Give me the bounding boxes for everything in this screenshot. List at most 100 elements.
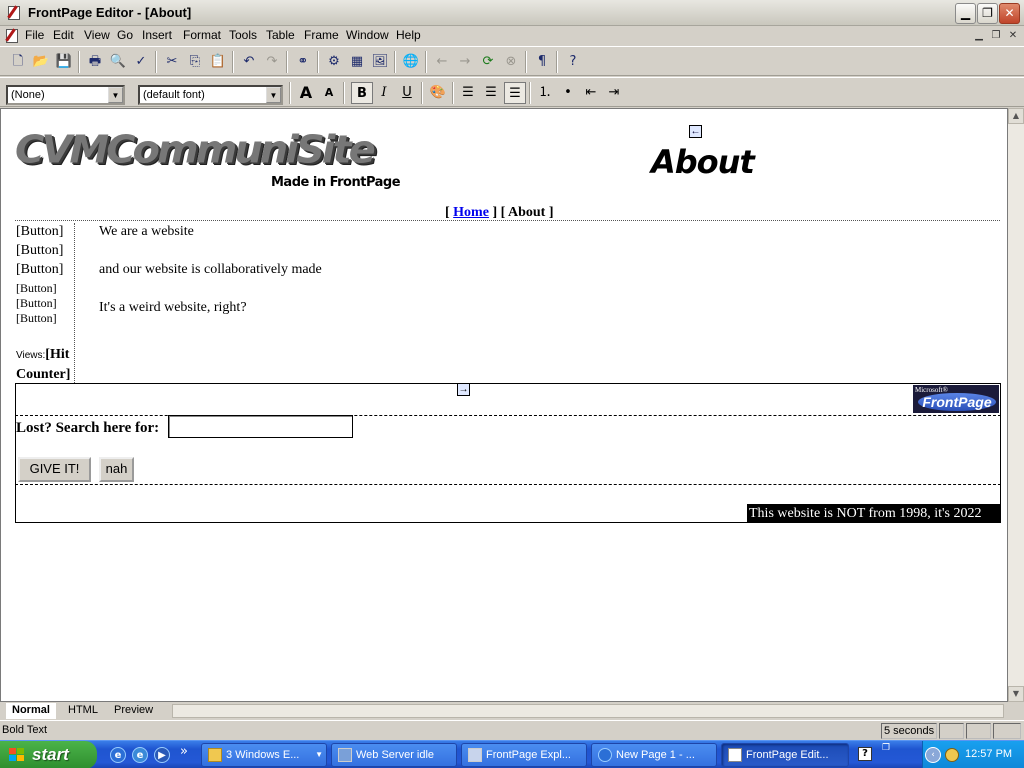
document-icon[interactable] <box>4 28 19 43</box>
title-bar[interactable]: FrontPage Editor - [About] ▁ ❐ ✕ <box>0 0 1024 26</box>
menu-frame[interactable]: Frame <box>304 28 339 42</box>
chevron-down-icon[interactable]: ▼ <box>108 87 123 103</box>
vertical-scrollbar[interactable]: ▲ ▼ <box>1008 108 1024 702</box>
windows-logo-icon <box>9 748 25 762</box>
nav-button-placeholder[interactable]: [Button] <box>16 243 63 259</box>
numbered-list-icon[interactable]: ⒈ <box>534 82 556 104</box>
media-player-icon[interactable]: ▶ <box>154 747 170 763</box>
increase-indent-icon[interactable]: ⇥ <box>603 82 625 104</box>
align-left-icon[interactable]: ☰ <box>457 82 479 104</box>
refresh-icon[interactable]: ⟳ <box>477 51 499 73</box>
cut-icon[interactable]: ✂ <box>161 51 183 73</box>
folder-icon <box>208 748 222 762</box>
quicklaunch-chevron-icon[interactable]: » <box>180 744 188 759</box>
taskbar-item-new-page[interactable]: New Page 1 - ... <box>591 743 717 767</box>
minimize-button[interactable]: ▁ <box>955 3 976 24</box>
insert-table-icon[interactable]: ▦ <box>346 51 368 73</box>
tab-preview[interactable]: Preview <box>108 703 159 719</box>
tab-html[interactable]: HTML <box>62 703 104 719</box>
horizontal-scrollbar[interactable] <box>172 704 1004 718</box>
tab-normal[interactable]: Normal <box>6 703 56 719</box>
status-panel <box>966 723 991 739</box>
menu-go[interactable]: Go <box>117 28 133 42</box>
desktop-restore-icon[interactable]: ❐ <box>882 743 890 753</box>
forward-icon[interactable]: → <box>454 51 476 73</box>
nav-button-placeholder[interactable]: [Button] <box>16 296 57 311</box>
align-right-icon[interactable]: ☰ <box>504 82 526 104</box>
align-center-icon[interactable]: ☰ <box>480 82 502 104</box>
forward-arrow-icon[interactable]: → <box>457 383 470 396</box>
menu-view[interactable]: View <box>84 28 110 42</box>
restore-button[interactable]: ❐ <box>977 3 998 24</box>
start-button[interactable]: start <box>0 741 97 768</box>
back-arrow-icon[interactable]: ← <box>689 125 702 138</box>
insert-webbot-icon[interactable]: ⚙ <box>323 51 345 73</box>
taskbar-item-frontpage-explorer[interactable]: FrontPage Expl... <box>461 743 587 767</box>
save-icon[interactable]: 💾 <box>53 51 75 73</box>
text-color-icon[interactable]: 🎨 <box>427 82 449 104</box>
increase-font-size-icon[interactable]: A <box>295 82 317 104</box>
menu-file[interactable]: File <box>25 28 44 42</box>
open-icon[interactable]: 📂 <box>30 51 52 73</box>
help-icon[interactable]: ? <box>858 747 872 761</box>
tray-app-icon[interactable] <box>945 748 959 762</box>
menu-window[interactable]: Window <box>346 28 389 42</box>
menu-insert[interactable]: Insert <box>142 28 172 42</box>
insert-image-icon[interactable]: 🖼 <box>369 51 391 73</box>
chevron-down-icon[interactable]: ▼ <box>266 87 281 103</box>
redo-icon[interactable]: ↷ <box>261 51 283 73</box>
paste-icon[interactable]: 📋 <box>207 51 229 73</box>
copy-icon[interactable]: ⎘ <box>184 51 206 73</box>
doc-restore-button[interactable]: ❐ <box>988 29 1004 43</box>
help-pointer-icon[interactable]: ? <box>562 51 584 73</box>
stop-icon[interactable]: ⊗ <box>500 51 522 73</box>
submit-button[interactable]: GIVE IT! <box>18 457 91 482</box>
nav-button-placeholder[interactable]: [Button] <box>16 224 63 240</box>
decrease-indent-icon[interactable]: ⇤ <box>580 82 602 104</box>
print-preview-icon[interactable]: 🔍 <box>107 51 129 73</box>
menu-help[interactable]: Help <box>396 28 421 42</box>
menu-edit[interactable]: Edit <box>53 28 74 42</box>
taskbar-item-frontpage-editor[interactable]: FrontPage Edit... <box>721 743 849 767</box>
status-text: Bold Text <box>2 724 48 736</box>
nav-link-home[interactable]: Home <box>453 205 489 220</box>
spelling-icon[interactable]: ✓ <box>130 51 152 73</box>
doc-close-button[interactable]: ✕ <box>1005 29 1021 43</box>
nav-button-placeholder[interactable]: [Button] <box>16 281 57 296</box>
back-icon[interactable]: ← <box>431 51 453 73</box>
reset-button[interactable]: nah <box>99 457 134 482</box>
show-paragraph-marks-icon[interactable]: ¶ <box>531 51 553 73</box>
undo-icon[interactable]: ↶ <box>238 51 260 73</box>
ie-quicklaunch-icon[interactable]: e <box>110 747 126 763</box>
new-page-icon[interactable]: 🗋 <box>7 51 29 73</box>
nav-button-placeholder[interactable]: [Button] <box>16 311 57 326</box>
close-button[interactable]: ✕ <box>999 3 1020 24</box>
hyperlink-icon[interactable]: 🌐 <box>400 51 422 73</box>
print-icon[interactable]: 🖶 <box>84 51 106 73</box>
tray-collapse-icon[interactable]: ‹ <box>925 747 941 763</box>
taskbar-item-web-server[interactable]: Web Server idle <box>331 743 457 767</box>
nav-button-placeholder[interactable]: [Button] <box>16 262 63 278</box>
doc-minimize-button[interactable]: ▁ <box>971 29 987 43</box>
scroll-down-icon[interactable]: ▼ <box>1008 686 1024 702</box>
search-input[interactable] <box>168 415 353 438</box>
editor-canvas[interactable]: CVMCommuniSite Made in FrontPage ← About… <box>0 108 1008 702</box>
underline-button[interactable]: U <box>396 82 418 104</box>
decrease-font-size-icon[interactable]: A <box>318 82 340 104</box>
taskbar-item-windows-explorer[interactable]: 3 Windows E... ▼ <box>201 743 327 767</box>
style-dropdown[interactable]: (None) ▼ <box>6 85 125 105</box>
show-explorer-icon[interactable]: ⚭ <box>292 51 314 73</box>
bulleted-list-icon[interactable]: • <box>557 82 579 104</box>
scroll-up-icon[interactable]: ▲ <box>1008 108 1024 124</box>
frontpage-app-icon[interactable] <box>6 5 21 20</box>
menu-table[interactable]: Table <box>266 28 295 42</box>
nav-current-about: About <box>508 205 546 220</box>
bold-button[interactable]: B <box>351 82 373 104</box>
menu-format[interactable]: Format <box>183 28 221 42</box>
italic-button[interactable]: I <box>373 82 395 104</box>
font-dropdown[interactable]: (default font) ▼ <box>138 85 283 105</box>
outlook-express-icon[interactable]: e <box>132 747 148 763</box>
menu-tools[interactable]: Tools <box>229 28 257 42</box>
body-paragraph: We are a website <box>99 224 194 239</box>
hit-counter[interactable]: Views:[Hit Counter] <box>16 345 78 384</box>
